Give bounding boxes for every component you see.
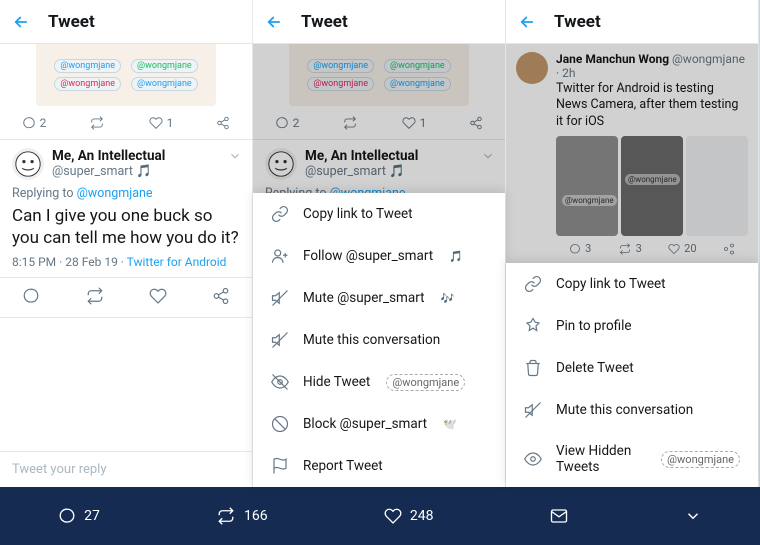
back-icon[interactable] (518, 13, 536, 31)
mute-icon (271, 289, 289, 307)
quoted-media-preview[interactable]: @wongmjane @wongmjane @wongmjane @wongmj… (289, 44, 469, 106)
panel-tweet-menu: Tweet @wongmjane @wongmjane @wongmjane @… (253, 0, 506, 487)
author-name[interactable]: Me, An Intellectual (52, 148, 165, 164)
menu-view-hidden[interactable]: View Hidden Tweets@wongmjane (506, 431, 758, 487)
like-button[interactable]: 20 (668, 242, 696, 255)
tweet-caret-icon[interactable] (228, 148, 242, 167)
link-icon (524, 275, 542, 293)
reply-button[interactable]: 2 (275, 116, 300, 130)
flag-icon (271, 457, 289, 475)
person-plus-icon (271, 247, 289, 265)
share-button[interactable] (723, 243, 735, 255)
share-button[interactable] (469, 116, 483, 130)
menu-block[interactable]: Block @super_smart 🕊️ (253, 403, 505, 445)
retweet-button[interactable] (85, 287, 105, 309)
chevron-down-icon (684, 507, 702, 525)
primary-action-row (0, 278, 252, 318)
retweet-button[interactable] (342, 116, 358, 130)
avatar[interactable] (12, 148, 44, 180)
embedded-tweet-footer: 27 166 248 (0, 487, 760, 545)
share-button[interactable] (212, 287, 230, 309)
reply-icon (58, 507, 76, 525)
watermark-tag: @wongmjane (54, 59, 121, 73)
pin-icon (524, 317, 542, 335)
block-icon (271, 415, 289, 433)
header: Tweet (0, 0, 252, 44)
watermark-tag: @wongmjane (131, 77, 198, 91)
menu-mute-conversation[interactable]: Mute this conversation (506, 389, 758, 431)
tweet-text: Twitter for Android is testing News Came… (556, 81, 748, 130)
tweet-meta: 8:15 PM · 28 Feb 19 · Twitter for Androi… (0, 255, 252, 278)
reply-input[interactable]: Tweet your reply (0, 451, 252, 487)
retweet-button[interactable] (89, 116, 105, 130)
menu-mute-conversation[interactable]: Mute this conversation (253, 319, 505, 361)
tweet-actions-menu: Copy link to Tweet Follow @super_smart 🎵… (253, 193, 505, 487)
page-title: Tweet (48, 12, 95, 32)
avatar[interactable] (265, 148, 297, 180)
media-grid[interactable]: @wongmjane @wongmjane (556, 136, 748, 236)
menu-report[interactable]: Report Tweet (253, 445, 505, 487)
like-button[interactable]: 1 (149, 116, 174, 130)
like-button[interactable]: 1 (402, 116, 427, 130)
like-button[interactable] (149, 287, 167, 309)
footer-message[interactable] (550, 507, 568, 525)
menu-follow[interactable]: Follow @super_smart 🎵 (253, 235, 505, 277)
back-icon[interactable] (265, 13, 283, 31)
menu-hide-tweet[interactable]: Hide Tweet@wongmjane (253, 361, 505, 403)
watermark-tag: @wongmjane (54, 77, 121, 91)
trash-icon (524, 359, 542, 377)
tweet-caret-icon[interactable] (481, 148, 495, 167)
page-title: Tweet (554, 12, 601, 32)
reply-button[interactable] (22, 287, 40, 309)
tweet-card: Me, An Intellectual @super_smart 🎵 (0, 140, 252, 180)
menu-copy-link[interactable]: Copy link to Tweet (253, 193, 505, 235)
link-icon (271, 205, 289, 223)
menu-mute-user[interactable]: Mute @super_smart 🎶 (253, 277, 505, 319)
page-title: Tweet (301, 12, 348, 32)
panel-timeline-menu: Tweet Jane Manchun Wong @wongmjane · 2h … (506, 0, 759, 487)
menu-copy-link[interactable]: Copy link to Tweet (506, 263, 758, 305)
eye-off-icon (271, 373, 289, 391)
author-handle[interactable]: @super_smart 🎵 (52, 164, 165, 179)
mute-icon (271, 331, 289, 349)
panel-tweet-detail: Tweet @wongmjane @wongmjane @wongmjane @… (0, 0, 253, 487)
header: Tweet (506, 0, 758, 44)
avatar[interactable] (516, 52, 548, 84)
timeline-tweet: Jane Manchun Wong @wongmjane · 2h Twitte… (506, 44, 758, 269)
heart-icon (384, 507, 402, 525)
footer-like[interactable]: 248 (384, 507, 434, 525)
footer-reply[interactable]: 27 (58, 507, 100, 525)
mute-icon (524, 401, 542, 419)
mail-icon (550, 507, 568, 525)
menu-pin[interactable]: Pin to profile (506, 305, 758, 347)
eye-icon (524, 450, 542, 468)
reply-button[interactable]: 2 (22, 116, 47, 130)
own-tweet-actions-menu: Copy link to Tweet Pin to profile Delete… (506, 263, 758, 487)
watermark-tag: @wongmjane (131, 59, 198, 73)
retweet-icon (216, 507, 236, 525)
footer-expand[interactable] (684, 507, 702, 525)
author-name[interactable]: Jane Manchun Wong (556, 52, 669, 66)
header: Tweet (253, 0, 505, 44)
footer-retweet[interactable]: 166 (216, 507, 268, 525)
share-button[interactable] (216, 116, 230, 130)
menu-delete[interactable]: Delete Tweet (506, 347, 758, 389)
mention-link[interactable]: @wongmjane (77, 186, 153, 201)
back-icon[interactable] (12, 13, 30, 31)
retweet-button[interactable]: 3 (618, 242, 642, 255)
inline-action-row: 2 1 (0, 106, 252, 140)
tweet-source[interactable]: Twitter for Android (127, 255, 227, 269)
reply-button[interactable]: 3 (569, 242, 591, 255)
tweet-text: Can I give you one buck so you can tell … (0, 203, 252, 255)
replying-to: Replying to @wongmjane (0, 186, 252, 201)
quoted-media-preview[interactable]: @wongmjane @wongmjane @wongmjane @wongmj… (36, 44, 216, 106)
